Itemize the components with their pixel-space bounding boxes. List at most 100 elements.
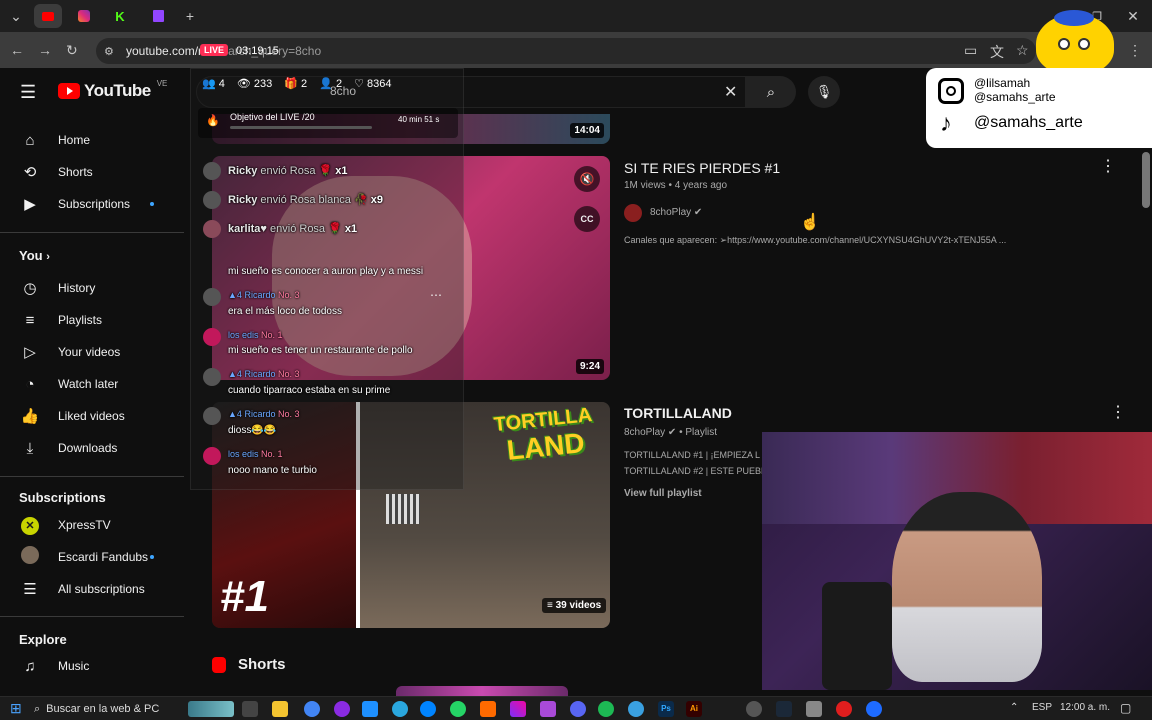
- tab-twitch[interactable]: [144, 4, 172, 28]
- new-content-dot: [150, 555, 154, 559]
- translate-button[interactable]: 文: [990, 42, 1004, 62]
- playlist-count-badge: ≡ 39 videos: [542, 598, 607, 613]
- mute-button[interactable]: 🔇: [574, 166, 600, 192]
- chevron-right-icon: ›: [46, 251, 50, 263]
- reload-button[interactable]: ↻: [66, 42, 78, 59]
- arrow-right-icon: →: [38, 42, 52, 58]
- sidebar-item-history[interactable]: ◷ History: [12, 272, 180, 304]
- playlist-action-menu[interactable]: ⋮: [1110, 402, 1126, 422]
- video-title[interactable]: SI TE RIES PIERDES #1: [624, 160, 780, 176]
- app-icon[interactable]: [540, 701, 556, 717]
- sidebar-item-label: Escardi Fandubs: [58, 550, 149, 564]
- file-explorer-icon[interactable]: [272, 701, 288, 717]
- captions-button[interactable]: CC: [574, 206, 600, 232]
- shorts-thumbnail-partial[interactable]: [396, 686, 568, 696]
- chevron-up-icon[interactable]: ⌃: [1010, 702, 1018, 713]
- sidebar-sub-escardi-fandubs[interactable]: Escardi Fandubs: [12, 541, 180, 573]
- telegram-icon[interactable]: [392, 701, 408, 717]
- clear-search-button[interactable]: ✕: [724, 82, 737, 102]
- country-code: VE: [156, 78, 168, 88]
- hand-cursor-icon: ☝: [800, 214, 820, 231]
- tab-list-button[interactable]: ⌄: [6, 4, 26, 28]
- app-icon[interactable]: [746, 701, 762, 717]
- spotify-icon[interactable]: [598, 701, 614, 717]
- system-clock[interactable]: 12:00 a. m.: [1060, 702, 1110, 713]
- playlist-item-2[interactable]: TORTILLALAND #2 | ESTE PUEBL: [624, 466, 766, 476]
- chat-more-button[interactable]: ⋯: [430, 288, 442, 302]
- windows-start-button[interactable]: ⊞: [10, 701, 22, 715]
- sidebar-item-label: All subscriptions: [58, 582, 145, 596]
- browser-menu-button[interactable]: ⋮: [1128, 42, 1142, 59]
- kick-favicon-icon: K: [115, 8, 125, 24]
- back-button[interactable]: ←: [10, 42, 24, 58]
- sidebar-item-home[interactable]: ⌂ Home: [12, 124, 180, 156]
- whatsapp-icon[interactable]: [450, 701, 466, 717]
- chat-username: Ricardo: [244, 290, 276, 300]
- task-view-icon[interactable]: [242, 701, 258, 717]
- eye-icon: 👁: [236, 78, 251, 90]
- cast-button[interactable]: ▭: [964, 42, 977, 59]
- tab-youtube[interactable]: [34, 4, 62, 28]
- level-value: 4: [236, 409, 242, 419]
- youtube-logo[interactable]: YouTube VE: [58, 78, 168, 101]
- rose-icon: 🌹: [318, 165, 333, 177]
- app-icon[interactable]: [866, 701, 882, 717]
- chat-message: dioss😂😂: [228, 425, 277, 436]
- shorts-shelf-header: Shorts: [212, 656, 286, 673]
- channel-name[interactable]: 8choPlay ✔: [650, 207, 702, 218]
- page-scrollbar-thumb[interactable]: [1142, 152, 1150, 208]
- messenger-icon[interactable]: [420, 701, 436, 717]
- view-full-playlist-link[interactable]: View full playlist: [624, 488, 702, 499]
- tab-kick[interactable]: K: [106, 4, 134, 28]
- bookmark-button[interactable]: ☆: [1016, 42, 1029, 59]
- voice-search-button[interactable]: 🎙: [808, 76, 840, 108]
- sidebar-item-watch-later[interactable]: ◔ Watch later: [12, 368, 180, 400]
- sidebar-item-label: Home: [58, 133, 91, 147]
- you-section-header[interactable]: You ›: [19, 248, 50, 263]
- sidebar-sub-xpresstv[interactable]: ✕ XpressTV: [12, 509, 180, 541]
- sidebar-item-playlists[interactable]: ≡ Playlists: [12, 304, 180, 336]
- close-window-button[interactable]: ✕: [1122, 4, 1144, 28]
- notification-icon[interactable]: ▢: [1120, 701, 1131, 715]
- chat-username: los edis: [228, 330, 259, 340]
- app-icon[interactable]: [806, 701, 822, 717]
- sidebar-all-subscriptions[interactable]: ☰ All subscriptions: [12, 573, 180, 605]
- forward-button[interactable]: →: [38, 42, 52, 58]
- sidebar-item-liked-videos[interactable]: 👍 Liked videos: [12, 400, 180, 432]
- taskbar-search[interactable]: ⌕ Buscar en la web & PC: [34, 700, 184, 718]
- playlist-item-1[interactable]: TORTILLALAND #1 | ¡EMPIEZA L: [624, 450, 760, 460]
- record-icon[interactable]: [836, 701, 852, 717]
- sidebar-item-label: Music: [58, 659, 90, 673]
- app-icon[interactable]: [334, 701, 350, 717]
- new-tab-button[interactable]: +: [180, 4, 200, 28]
- taskbar-widget[interactable]: [188, 701, 234, 717]
- site-info-icon[interactable]: ⚙: [104, 44, 114, 58]
- sidebar-item-your-videos[interactable]: ▷ Your videos: [12, 336, 180, 368]
- app-icon[interactable]: [510, 701, 526, 717]
- app-icon[interactable]: [362, 701, 378, 717]
- volume-off-icon: 🔇: [579, 172, 595, 186]
- app-icon[interactable]: [480, 701, 496, 717]
- social-handles-overlay: @lilsamah @samahs_arte ♪ @samahs_arte: [926, 68, 1152, 148]
- input-language[interactable]: ESP: [1032, 702, 1052, 713]
- discord-icon[interactable]: [570, 701, 586, 717]
- sidebar-item-downloads[interactable]: ⤓ Downloads: [12, 432, 180, 464]
- windows-icon: ⊞: [10, 700, 22, 716]
- video-action-menu[interactable]: ⋮: [1100, 156, 1116, 176]
- illustrator-icon[interactable]: Ai: [686, 701, 702, 717]
- tiktok-handle: @samahs_arte: [974, 114, 1083, 131]
- search-button[interactable]: ⌕: [746, 76, 796, 108]
- playlist-title[interactable]: TORTILLALAND: [624, 405, 732, 421]
- channel-avatar[interactable]: [624, 204, 642, 222]
- guide-menu-button[interactable]: ☰: [20, 82, 36, 103]
- sidebar-item-subscriptions[interactable]: ▶ Subscriptions: [12, 188, 180, 220]
- list-icon: ☰: [23, 581, 37, 598]
- channel-label[interactable]: 8choPlay: [624, 427, 665, 438]
- photoshop-icon[interactable]: Ps: [658, 701, 674, 717]
- chrome-icon[interactable]: [304, 701, 320, 717]
- app-icon[interactable]: [628, 701, 644, 717]
- tab-instagram[interactable]: [70, 4, 98, 28]
- sidebar-item-shorts[interactable]: ⟲ Shorts: [12, 156, 180, 188]
- sidebar-item-music[interactable]: ♫ Music: [12, 650, 180, 682]
- steam-icon[interactable]: [776, 701, 792, 717]
